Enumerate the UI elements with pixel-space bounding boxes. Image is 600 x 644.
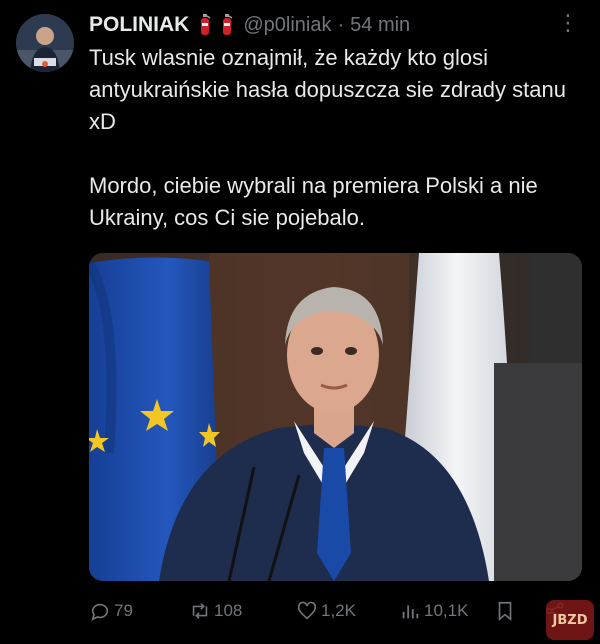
tweet-actions: 79 108 1,2K 10,1K <box>89 596 589 626</box>
views-chart-icon <box>402 605 419 619</box>
like-button[interactable]: 1,2K <box>296 600 399 622</box>
jbzd-watermark-logo: JBZD <box>546 600 594 640</box>
avatar-image <box>16 14 74 72</box>
like-count: 1,2K <box>321 601 356 620</box>
tweet-media-photo[interactable] <box>89 253 582 581</box>
author-name[interactable]: POLINIAK <box>89 13 189 37</box>
fire-extinguisher-icon <box>201 14 211 35</box>
repost-button[interactable]: 108 <box>189 600 296 622</box>
photo-illustration <box>89 253 582 581</box>
fire-extinguisher-icon <box>223 14 233 35</box>
author-avatar[interactable] <box>16 14 74 72</box>
bookmark-icon <box>498 601 512 622</box>
repost-count: 108 <box>214 601 243 620</box>
tweet-header: POLINIAK @p0liniak · 54 min ⋮ <box>89 10 580 38</box>
reply-icon <box>91 603 109 621</box>
post-time[interactable]: 54 min <box>350 14 410 37</box>
watermark-text: JBZD <box>552 612 588 628</box>
separator-dot: · <box>337 13 345 36</box>
bookmark-button[interactable] <box>494 600 544 622</box>
repost-icon <box>192 603 208 619</box>
tweet-text: Tusk wlasnie oznajmił, że każdy kto glos… <box>89 42 589 234</box>
heart-icon <box>297 601 317 620</box>
tweet-text-paragraph: Tusk wlasnie oznajmił, że każdy kto glos… <box>89 45 566 134</box>
reply-count: 79 <box>114 601 133 620</box>
views-count: 10,1K <box>424 601 469 620</box>
author-handle[interactable]: @p0liniak <box>243 14 331 37</box>
more-dots-icon[interactable]: ⋮ <box>557 10 580 36</box>
reply-button[interactable]: 79 <box>89 600 189 622</box>
views-button[interactable]: 10,1K <box>399 600 494 622</box>
tweet-text-paragraph: Mordo, ciebie wybrali na premiera Polski… <box>89 173 538 230</box>
